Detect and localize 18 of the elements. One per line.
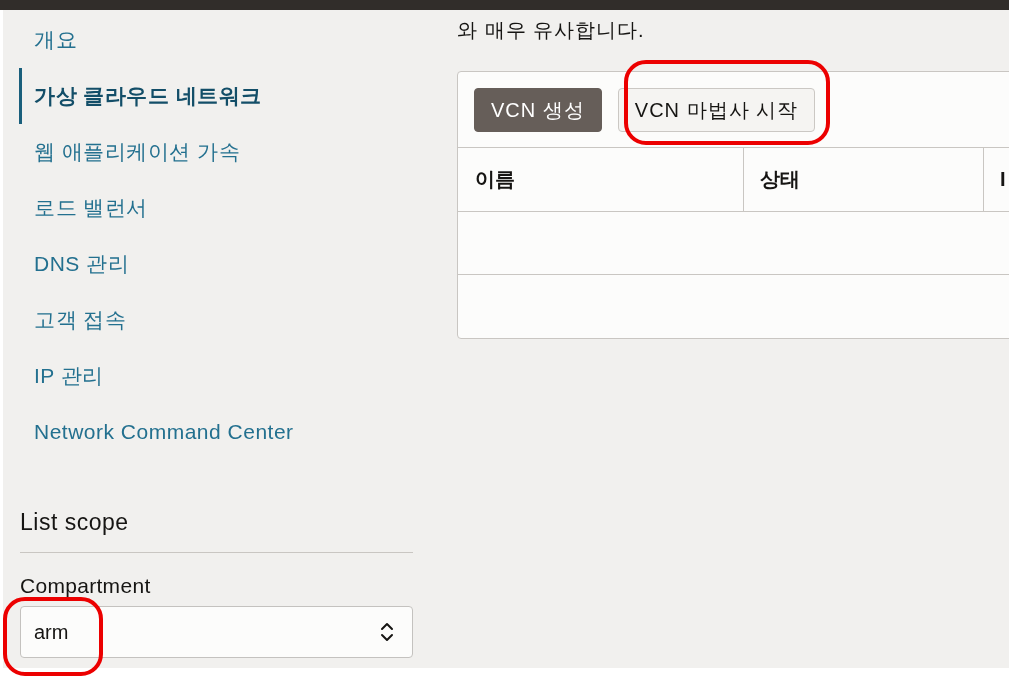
- column-header: 이름: [475, 167, 515, 192]
- nav-link[interactable]: DNS 관리: [19, 236, 130, 292]
- up-down-chevron-icon: [380, 621, 394, 643]
- intro-text: 와 매우 유사합니다.: [457, 18, 645, 43]
- action-button[interactable]: VCN 마법사 시작: [617, 88, 816, 132]
- nav-link[interactable]: 고객 접속: [19, 292, 127, 348]
- field-label: Compartment: [20, 574, 151, 598]
- nav-link[interactable]: IP 관리: [19, 348, 104, 404]
- nav-link[interactable]: 개요: [19, 12, 77, 68]
- section-title: List scope: [20, 508, 129, 536]
- nav-link[interactable]: 로드 밸런서: [19, 180, 148, 236]
- compartment-select[interactable]: arm: [20, 606, 413, 658]
- column-header: 상태: [760, 167, 800, 192]
- nav-link[interactable]: Network Command Center: [19, 404, 294, 460]
- column-header: I: [1000, 168, 1006, 191]
- nav-link[interactable]: 가상 클라우드 네트워크: [19, 68, 262, 124]
- action-button[interactable]: VCN 생성: [474, 88, 602, 132]
- nav-link[interactable]: 웹 애플리케이션 가속: [19, 124, 241, 180]
